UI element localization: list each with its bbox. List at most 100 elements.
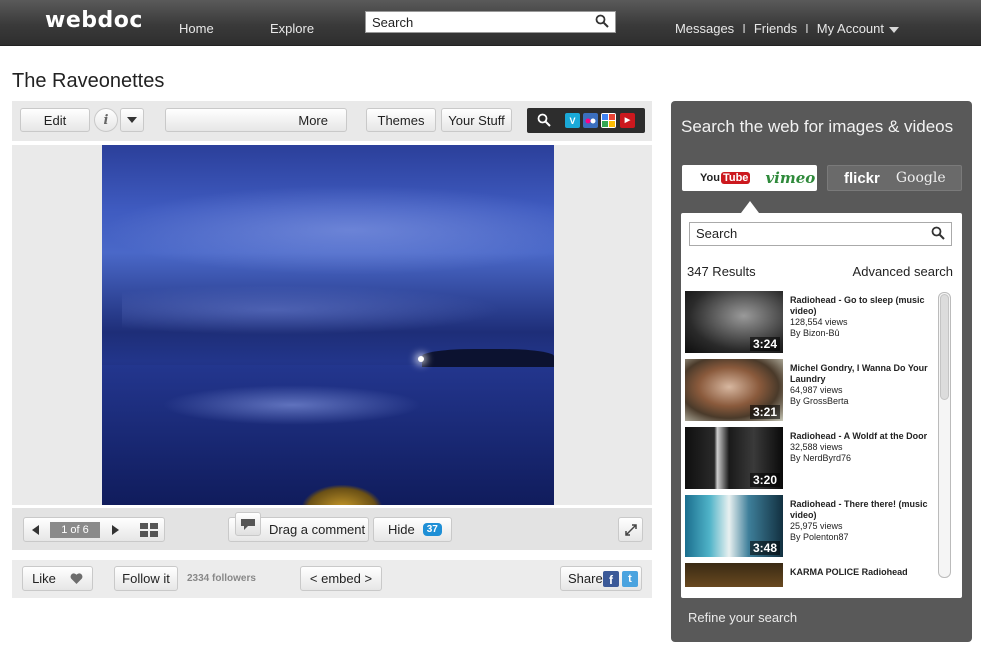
list-item[interactable]: 3:24 Radiohead - Go to sleep (music vide…	[685, 291, 930, 355]
video-views: 64,987 views	[790, 385, 843, 395]
media-search-placeholder: Search	[696, 226, 738, 241]
video-meta: Radiohead - A Woldf at the Door 32,588 v…	[790, 431, 930, 464]
video-thumbnail[interactable]: 3:20	[685, 427, 783, 489]
tab-youtube-vimeo[interactable]: You Tube vimeo	[682, 165, 817, 191]
webdoc-logo[interactable]: webdoc	[45, 8, 143, 33]
top-search-input[interactable]: Search	[365, 11, 616, 33]
top-search-placeholder: Search	[372, 15, 414, 30]
refine-search-link[interactable]: Refine your search	[688, 610, 797, 625]
video-author: By Bizon-Bû	[790, 328, 840, 338]
results-box: Search 347 Results Advanced search 3:24 …	[681, 213, 962, 598]
video-title[interactable]: Radiohead - A Woldf at the Door	[790, 431, 930, 442]
video-author: By Polenton87	[790, 532, 849, 542]
video-duration: 3:24	[749, 337, 780, 351]
fullscreen-button[interactable]	[618, 517, 643, 542]
twitter-icon[interactable]: t	[622, 571, 638, 587]
follow-button[interactable]: Follow it	[114, 566, 178, 591]
video-duration: 3:48	[749, 541, 780, 555]
next-slide-icon[interactable]	[112, 525, 119, 535]
video-thumbnail[interactable]: 3:21	[685, 359, 783, 421]
social-action-bar: Like Follow it 2334 followers < embed > …	[12, 560, 652, 598]
nav-home-link[interactable]: Home	[179, 21, 214, 36]
scrollbar-thumb[interactable]	[940, 294, 949, 400]
video-title[interactable]: Radiohead - There there! (music video)	[790, 499, 930, 521]
edit-button[interactable]: Edit	[20, 108, 90, 132]
image-stage	[12, 145, 652, 505]
top-navigation-bar: webdoc Home Explore Search Messages I Fr…	[0, 0, 981, 46]
video-author: By NerdByrd76	[790, 453, 852, 463]
video-meta: Michel Gondry, I Wanna Do Your Laundry 6…	[790, 363, 930, 407]
nav-separator: I	[742, 21, 746, 36]
video-title[interactable]: Radiohead - Go to sleep (music video)	[790, 295, 930, 317]
video-meta: Radiohead - There there! (music video) 2…	[790, 499, 930, 543]
night-sea-photo[interactable]	[102, 145, 554, 505]
like-button[interactable]: Like	[22, 566, 93, 591]
my-account-label: My Account	[816, 21, 884, 36]
nav-separator: I	[805, 21, 809, 36]
media-search-group: V ▶	[527, 108, 645, 133]
chevron-down-icon	[889, 26, 899, 33]
google-icon[interactable]	[601, 113, 616, 128]
results-scrollbar[interactable]	[938, 292, 951, 578]
chevron-down-icon	[127, 117, 137, 123]
list-item[interactable]: 3:21 Michel Gondry, I Wanna Do Your Laun…	[685, 359, 930, 423]
list-item[interactable]: KARMA POLICE Radiohead	[685, 563, 930, 587]
advanced-search-link[interactable]: Advanced search	[853, 264, 953, 279]
info-button[interactable]: i	[94, 108, 118, 132]
media-search-input[interactable]: Search	[689, 222, 952, 246]
video-meta: KARMA POLICE Radiohead	[790, 567, 930, 578]
comment-count-badge: 37	[422, 523, 442, 536]
vimeo-icon[interactable]: V	[565, 113, 580, 128]
video-title[interactable]: Michel Gondry, I Wanna Do Your Laundry	[790, 363, 930, 385]
photo-lighthouse-light	[418, 356, 424, 362]
nav-explore-link[interactable]: Explore	[270, 21, 314, 36]
hide-comments-button[interactable]: Hide 37	[373, 517, 452, 542]
video-views: 25,975 views	[790, 521, 843, 531]
expand-icon	[624, 523, 638, 537]
facebook-icon[interactable]: f	[603, 571, 619, 587]
video-views: 128,554 views	[790, 317, 848, 327]
video-thumbnail[interactable]: 3:48	[685, 495, 783, 557]
like-label: Like	[32, 571, 56, 586]
video-thumbnail[interactable]: 3:24	[685, 291, 783, 353]
editor-toolbar: Edit i More Themes Your Stuff V ▶	[12, 101, 652, 141]
photo-reflection	[162, 385, 422, 425]
list-item[interactable]: 3:20 Radiohead - A Woldf at the Door 32,…	[685, 427, 930, 491]
more-button[interactable]: More	[165, 108, 347, 132]
flickr-logo: flickr	[844, 169, 880, 187]
video-thumbnail[interactable]	[685, 563, 783, 587]
hide-label: Hide	[388, 522, 415, 537]
video-views: 32,588 views	[790, 442, 843, 452]
page-title: The Raveonettes	[12, 70, 165, 92]
photo-headland	[422, 349, 554, 367]
vimeo-logo: vimeo	[765, 169, 816, 187]
search-icon[interactable]	[931, 226, 945, 240]
nav-friends-link[interactable]: Friends	[754, 21, 797, 36]
tab-flickr-google[interactable]: flickr Google	[827, 165, 962, 191]
photo-cloud	[102, 185, 554, 275]
options-dropdown-button[interactable]	[120, 108, 144, 132]
youtube-icon[interactable]: ▶	[620, 113, 635, 128]
flickr-icon[interactable]	[583, 113, 598, 128]
video-title[interactable]: KARMA POLICE Radiohead	[790, 567, 930, 578]
search-icon[interactable]	[537, 113, 551, 127]
share-button[interactable]: Share f t	[560, 566, 642, 591]
video-duration: 3:20	[749, 473, 780, 487]
photo-cloud	[122, 285, 502, 335]
share-label: Share	[568, 571, 603, 586]
search-icon[interactable]	[595, 14, 609, 28]
previous-slide-icon[interactable]	[32, 525, 39, 535]
slide-pager: 1 of 6	[23, 517, 165, 542]
list-item[interactable]: 3:48 Radiohead - There there! (music vid…	[685, 495, 930, 559]
your-stuff-button[interactable]: Your Stuff	[441, 108, 512, 132]
nav-messages-link[interactable]: Messages	[675, 21, 734, 36]
themes-button[interactable]: Themes	[366, 108, 436, 132]
embed-button[interactable]: < embed >	[300, 566, 382, 591]
drag-comment-button[interactable]: Drag a comment	[228, 512, 369, 542]
video-meta: Radiohead - Go to sleep (music video) 12…	[790, 295, 930, 339]
drag-comment-label: Drag a comment	[269, 522, 366, 537]
google-logo: Google	[895, 170, 946, 186]
youtube-logo: You Tube	[700, 172, 751, 184]
grid-view-icon[interactable]	[140, 523, 158, 537]
nav-my-account-menu[interactable]: My Account	[817, 21, 899, 36]
